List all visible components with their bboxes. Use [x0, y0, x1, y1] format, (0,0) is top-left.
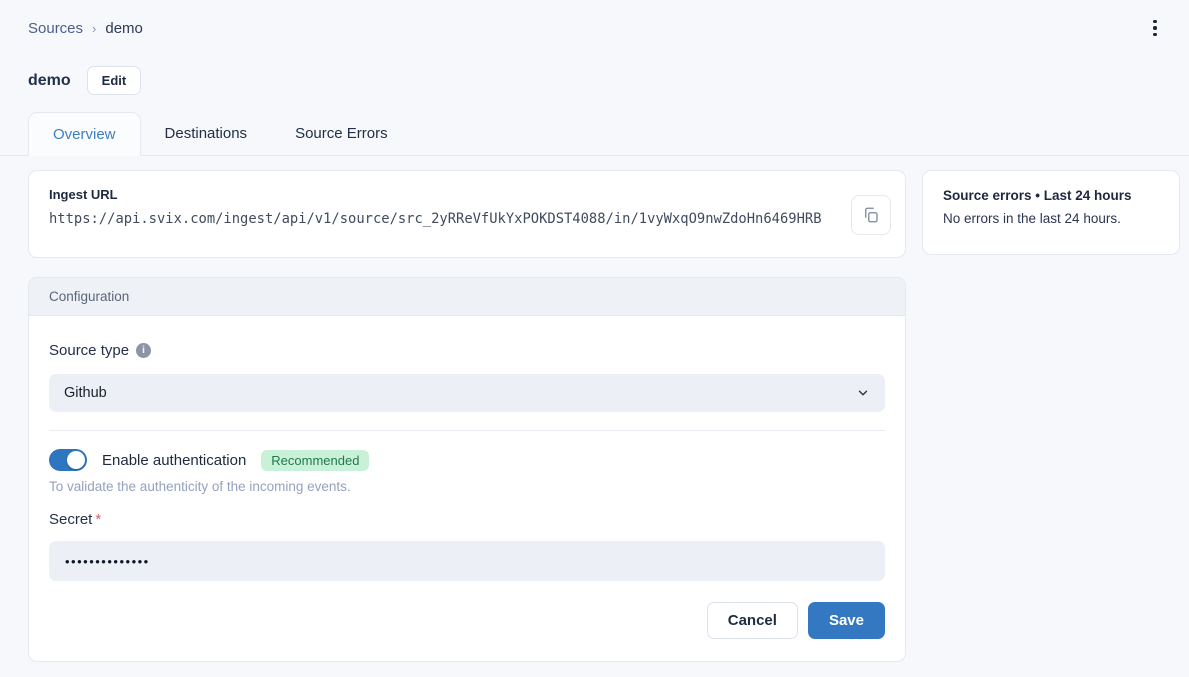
breadcrumb-current: demo	[105, 20, 143, 37]
section-divider	[49, 430, 885, 431]
required-asterisk: *	[95, 511, 101, 528]
configuration-card: Configuration Source type i Github	[28, 277, 906, 662]
copy-icon	[862, 206, 880, 224]
enable-auth-label: Enable authentication	[102, 452, 246, 469]
copy-url-button[interactable]	[851, 195, 891, 235]
edit-button[interactable]: Edit	[87, 66, 142, 95]
source-type-select[interactable]: Github	[49, 374, 885, 412]
secret-input[interactable]: ••••••••••••••	[49, 541, 885, 581]
ingest-url-label: Ingest URL	[49, 187, 841, 202]
tab-bar: Overview Destinations Source Errors	[0, 112, 1189, 156]
source-errors-title: Source errors • Last 24 hours	[943, 188, 1159, 203]
source-detail-page: Sources › demo demo Edit Overview Destin…	[0, 0, 1189, 677]
chevron-down-icon	[856, 386, 870, 400]
cancel-button[interactable]: Cancel	[707, 602, 798, 639]
save-button[interactable]: Save	[808, 602, 885, 639]
configuration-card-header: Configuration	[29, 278, 905, 316]
source-type-label: Source type	[49, 342, 129, 359]
enable-auth-row: Enable authentication Recommended	[49, 449, 885, 471]
secret-label: Secret	[49, 511, 92, 528]
breadcrumb-separator: ›	[92, 21, 96, 36]
ingest-url-card: Ingest URL https://api.svix.com/ingest/a…	[28, 170, 906, 258]
configuration-card-body: Source type i Github Enable authenticati…	[29, 316, 905, 581]
title-row: demo Edit	[28, 66, 141, 95]
source-type-label-row: Source type i	[49, 342, 885, 359]
enable-auth-toggle[interactable]	[49, 449, 87, 471]
form-actions: Cancel Save	[707, 602, 885, 639]
breadcrumb: Sources › demo	[28, 20, 143, 37]
source-type-selected-value: Github	[64, 385, 107, 401]
tab-overview[interactable]: Overview	[28, 112, 141, 156]
source-errors-body: No errors in the last 24 hours.	[943, 211, 1159, 226]
page-title: demo	[28, 72, 71, 90]
toggle-knob	[67, 451, 85, 469]
secret-label-row: Secret*	[49, 511, 885, 528]
kebab-menu-icon[interactable]	[1143, 16, 1167, 40]
tab-source-errors[interactable]: Source Errors	[271, 112, 412, 155]
tab-destinations[interactable]: Destinations	[141, 112, 272, 155]
ingest-url-value: https://api.svix.com/ingest/api/v1/sourc…	[49, 211, 841, 227]
source-errors-card: Source errors • Last 24 hours No errors …	[922, 170, 1180, 255]
info-icon[interactable]: i	[136, 343, 151, 358]
breadcrumb-sources-link[interactable]: Sources	[28, 20, 83, 37]
recommended-badge: Recommended	[261, 450, 369, 471]
auth-helper-text: To validate the authenticity of the inco…	[49, 479, 885, 494]
